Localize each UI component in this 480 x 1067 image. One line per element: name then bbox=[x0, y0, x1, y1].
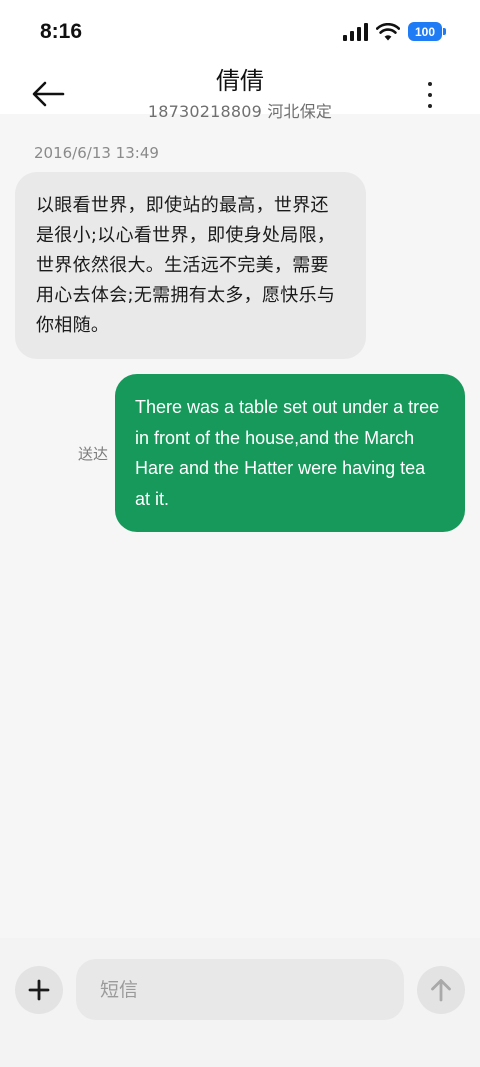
incoming-message-bubble[interactable]: 以眼看世界，即使站的最高，世界还是很小;以心看世界，即使身处局限，世界依然很大。… bbox=[15, 172, 366, 359]
more-options-button[interactable] bbox=[420, 82, 440, 108]
status-icons: 100 bbox=[343, 22, 446, 41]
contact-info: 倩倩 18730218809 河北保定 bbox=[0, 66, 480, 122]
wifi-icon bbox=[376, 22, 400, 40]
add-attachment-button[interactable] bbox=[15, 966, 63, 1014]
status-bar: 8:16 100 bbox=[0, 0, 480, 64]
arrow-up-icon bbox=[431, 979, 451, 1002]
conversation-header: 倩倩 18730218809 河北保定 bbox=[0, 64, 480, 121]
contact-number-location: 18730218809 河北保定 bbox=[147, 102, 333, 121]
signal-icon bbox=[343, 22, 368, 41]
delivery-status: 送达 bbox=[78, 445, 109, 463]
plus-icon bbox=[28, 979, 50, 1001]
message-input[interactable] bbox=[76, 959, 404, 1020]
more-vertical-icon bbox=[428, 82, 432, 86]
outgoing-message-bubble[interactable]: There was a table set out under a tree i… bbox=[115, 374, 465, 532]
message-timestamp: 2016/6/13 13:49 bbox=[34, 144, 159, 162]
send-button[interactable] bbox=[417, 966, 465, 1014]
contact-name: 倩倩 bbox=[216, 67, 264, 95]
battery-icon: 100 bbox=[408, 22, 446, 41]
status-time: 8:16 bbox=[40, 20, 83, 43]
